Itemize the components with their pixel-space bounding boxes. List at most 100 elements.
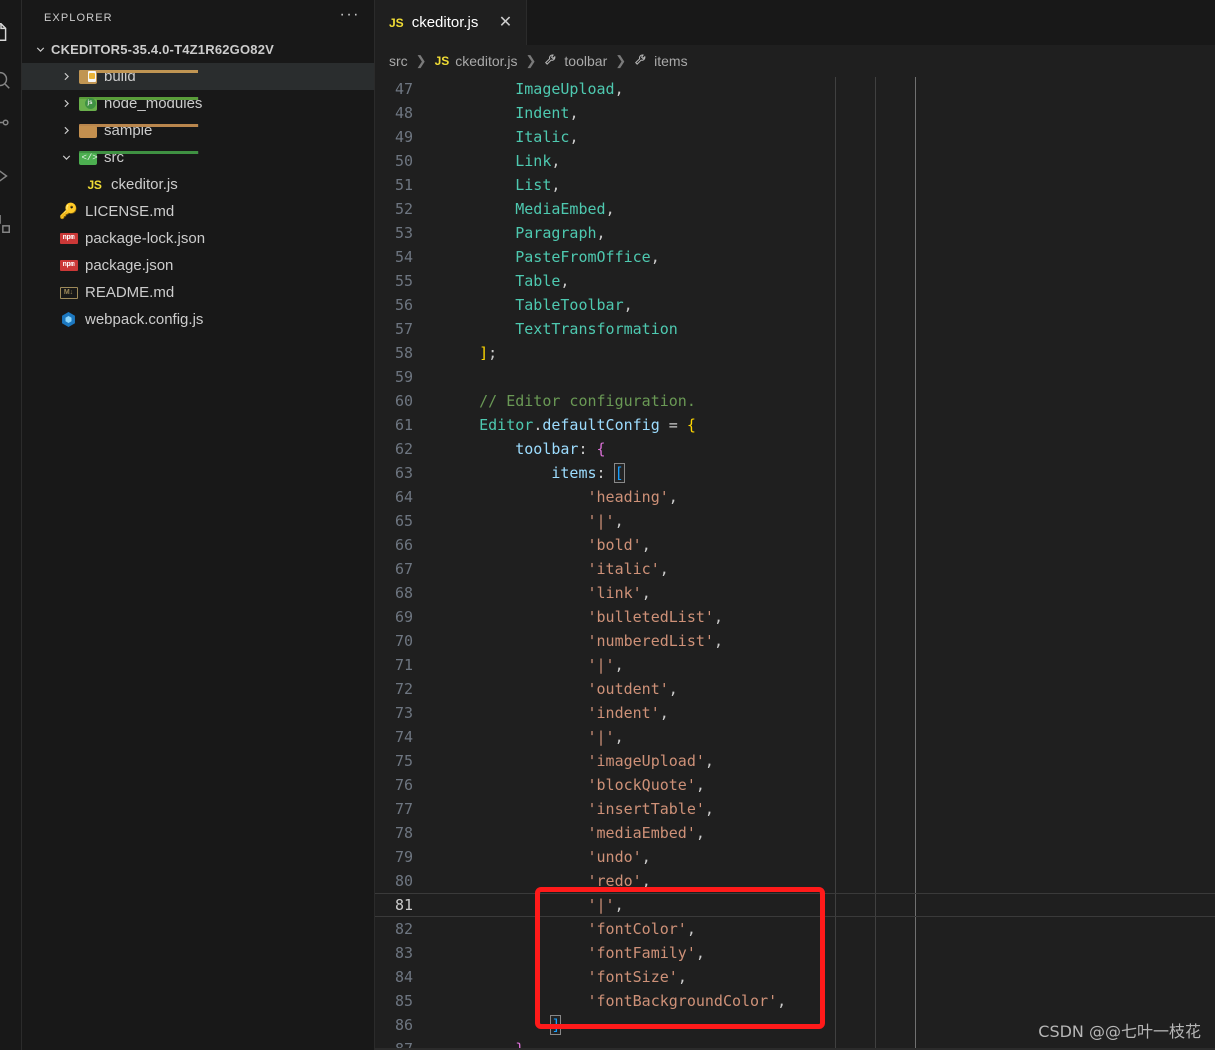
code-line-51: 51 List, [375, 173, 1215, 197]
tree-folder-src[interactable]: </> src [22, 144, 374, 171]
line-number: 54 [394, 248, 413, 266]
tree-folder-sample[interactable]: sample [22, 117, 374, 144]
chevron-right-icon[interactable] [58, 69, 74, 85]
close-icon[interactable]: ✕ [496, 14, 514, 31]
code-line-text[interactable]: MediaEmbed, [435, 200, 1215, 218]
breadcrumb-item-src[interactable]: src [389, 53, 408, 69]
code-line-text[interactable]: ImageUpload, [435, 80, 1215, 98]
code-line-text[interactable]: 'blockQuote', [435, 776, 1215, 794]
code-line-text[interactable]: 'bold', [435, 536, 1215, 554]
line-number: 53 [394, 224, 413, 242]
tree-file-readme-md[interactable]: M↓ README.md [22, 279, 374, 306]
search-icon[interactable] [0, 56, 21, 104]
code-line-text[interactable]: ]; [435, 344, 1215, 362]
code-token: , [668, 680, 678, 698]
code-line-text[interactable]: // Editor configuration. [435, 392, 1215, 410]
code-line-text[interactable]: 'link', [435, 584, 1215, 602]
code-line-text[interactable]: '|', [435, 728, 1215, 746]
code-line-text[interactable]: 'undo', [435, 848, 1215, 866]
code-token: 'link' [587, 584, 642, 602]
code-line-text[interactable]: PasteFromOffice, [435, 248, 1215, 266]
code-line-text[interactable]: TextTransformation [435, 320, 1215, 338]
chevron-right-icon[interactable] [58, 96, 74, 112]
code-line-text[interactable]: '|', [435, 656, 1215, 674]
line-number: 73 [394, 704, 413, 722]
code-line-text[interactable]: 'heading', [435, 488, 1215, 506]
source-control-icon[interactable] [0, 104, 21, 152]
code-line-49: 49 Italic, [375, 125, 1215, 149]
explorer-icon[interactable] [0, 8, 21, 56]
code-line-text[interactable]: 'numberedList', [435, 632, 1215, 650]
code-line-text[interactable]: 'imageUpload', [435, 752, 1215, 770]
run-debug-icon[interactable] [0, 152, 21, 200]
tree-file-package-json[interactable]: npm package.json [22, 252, 374, 279]
code-line-text[interactable]: 'redo', [435, 872, 1215, 890]
chevron-down-icon[interactable] [58, 150, 74, 166]
line-number: 66 [394, 536, 413, 554]
code-line-text[interactable]: Paragraph, [435, 224, 1215, 242]
code-line-text[interactable]: 'bulletedList', [435, 608, 1215, 626]
code-line-text[interactable]: 'fontBackgroundColor', [435, 992, 1215, 1010]
code-line-text[interactable]: 'mediaEmbed', [435, 824, 1215, 842]
tree-folder-build[interactable]: build [22, 63, 374, 90]
code-line-text[interactable]: Link, [435, 152, 1215, 170]
tree-folder-node-modules[interactable]: js node_modules [22, 90, 374, 117]
breadcrumb-item-items[interactable]: items [634, 53, 688, 70]
line-number: 79 [394, 848, 413, 866]
code-line-text[interactable]: 'outdent', [435, 680, 1215, 698]
code-line-text[interactable]: '|', [435, 896, 1215, 914]
code-line-text[interactable]: Table, [435, 272, 1215, 290]
tree-file-package-lock-json[interactable]: npm package-lock.json [22, 225, 374, 252]
extensions-icon[interactable] [0, 200, 21, 248]
tree-file-webpack-config-js[interactable]: webpack.config.js [22, 306, 374, 333]
code-token: 'bulletedList' [587, 608, 714, 626]
code-token: items [551, 464, 597, 482]
code-line-68: 68 'link', [375, 581, 1215, 605]
breadcrumb-item-toolbar[interactable]: toolbar [544, 53, 607, 70]
code-line-text[interactable]: toolbar: { [435, 440, 1215, 458]
code-line-text[interactable]: Italic, [435, 128, 1215, 146]
code-token: 'bold' [587, 536, 642, 554]
line-number: 61 [394, 416, 413, 434]
code-line-text[interactable]: 'indent', [435, 704, 1215, 722]
chevron-down-icon[interactable] [32, 41, 48, 57]
code-line-text[interactable]: 'fontFamily', [435, 944, 1215, 962]
code-token: 'imageUpload' [587, 752, 705, 770]
code-line-text[interactable]: 'fontSize', [435, 968, 1215, 986]
code-line-text[interactable]: '|', [435, 512, 1215, 530]
tree-file-ckeditor-js[interactable]: JS ckeditor.js [22, 171, 374, 198]
chevron-right-icon[interactable] [58, 123, 74, 139]
workspace-root-label: CKEDITOR5-35.4.0-T4Z1R62GO82V [51, 41, 275, 57]
code-line-text[interactable]: 'insertTable', [435, 800, 1215, 818]
code-line-text[interactable]: Editor.defaultConfig = { [435, 416, 1215, 434]
code-line-text[interactable]: 'fontColor', [435, 920, 1215, 938]
tree-file-license-md[interactable]: 🔑 LICENSE.md [22, 198, 374, 225]
code-line-76: 76 'blockQuote', [375, 773, 1215, 797]
explorer-title: EXPLORER [44, 11, 113, 24]
breadcrumb-item-ckeditor-js[interactable]: JS ckeditor.js [435, 53, 518, 69]
line-number: 50 [394, 152, 413, 170]
code-line-text[interactable]: 'italic', [435, 560, 1215, 578]
code-token: : [578, 440, 597, 458]
code-line-text[interactable]: TableToolbar, [435, 296, 1215, 314]
tab-ckeditor-js[interactable]: JS ckeditor.js ✕ [375, 0, 528, 45]
code-token: { [596, 440, 606, 458]
code-line-text[interactable]: List, [435, 176, 1215, 194]
code-line-text[interactable]: items: [ [435, 463, 1215, 483]
code-line-67: 67 'italic', [375, 557, 1215, 581]
code-line-47: 47 ImageUpload, [375, 77, 1215, 101]
code-line-text[interactable]: Indent, [435, 104, 1215, 122]
workspace-root-row[interactable]: CKEDITOR5-35.4.0-T4Z1R62GO82V [22, 35, 374, 63]
code-editor[interactable]: 47 ImageUpload, 48 Indent, 49 Italic, 50 Li… [375, 77, 1215, 1050]
more-actions-icon[interactable]: ··· [334, 6, 366, 26]
line-number: 59 [394, 368, 413, 386]
code-token: Italic [515, 128, 570, 146]
